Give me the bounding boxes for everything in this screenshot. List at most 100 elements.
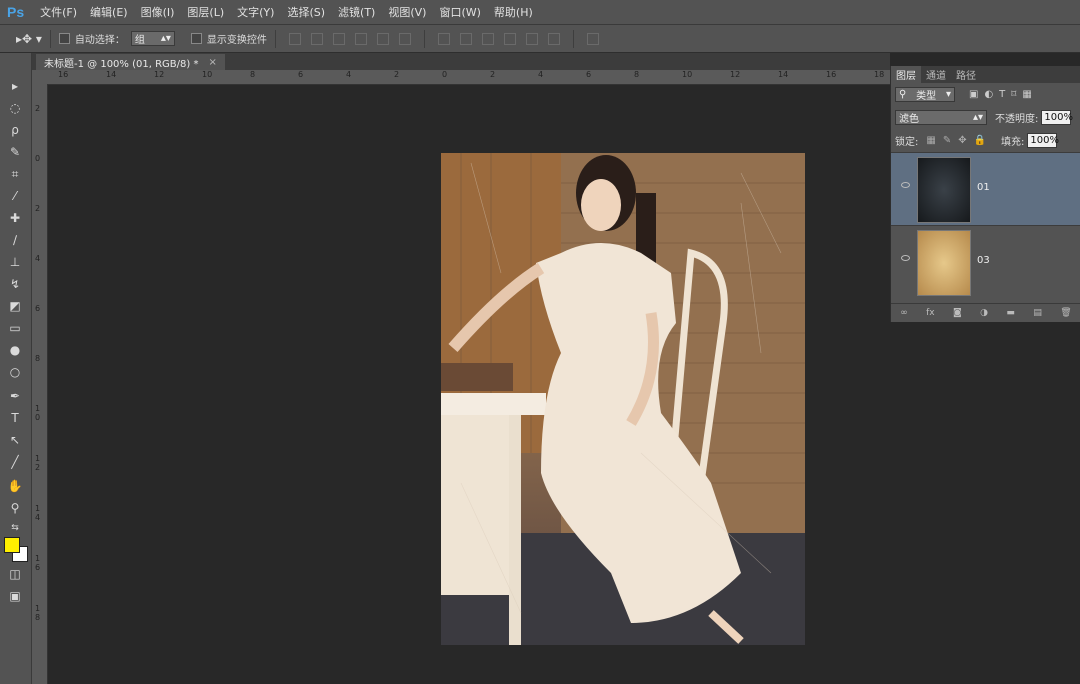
ruler-origin[interactable] <box>32 70 48 84</box>
tab-paths[interactable]: 路径 <box>951 66 981 83</box>
eyedropper-icon[interactable]: ⁄ <box>4 187 26 205</box>
healing-icon[interactable]: ✚ <box>4 209 26 227</box>
hand-icon[interactable]: ✋ <box>4 477 26 495</box>
menu-edit[interactable]: 编辑(E) <box>90 4 128 20</box>
layer-thumbnail <box>917 230 971 296</box>
align-right-icon[interactable] <box>398 32 411 45</box>
align-left-icon[interactable] <box>354 32 367 45</box>
marquee-icon[interactable]: ◌ <box>4 99 26 117</box>
show-transform-label: 显示变换控件 <box>206 35 267 46</box>
trash-icon[interactable]: 🗑 <box>1060 308 1071 318</box>
align-top-icon[interactable] <box>288 32 301 45</box>
eye-icon[interactable] <box>901 255 910 261</box>
menu-view[interactable]: 视图(V) <box>388 4 426 20</box>
menu-layer[interactable]: 图层(L) <box>187 4 224 20</box>
ruler-tick-label: 14 <box>778 70 789 79</box>
ruler-tick-label: 2 <box>394 70 400 79</box>
divider <box>423 29 425 48</box>
auto-align-icon[interactable] <box>586 32 599 45</box>
line-icon[interactable]: ╱ <box>4 453 26 471</box>
new-layer-icon[interactable]: ▤ <box>1033 308 1042 318</box>
clone-stamp-icon[interactable]: ⊥ <box>4 253 26 271</box>
path-select-icon[interactable]: ↖ <box>4 431 26 449</box>
quick-select-icon[interactable]: ✎ <box>4 143 26 161</box>
horizontal-ruler[interactable]: 16 14 12 10 8 6 4 2 0 2 4 6 8 10 12 14 16 18 <box>48 70 890 85</box>
filter-type-icons[interactable]: ▣◐T⌑▦ <box>969 89 1038 100</box>
auto-select-dropdown[interactable]: 组 ▴▾ <box>130 31 175 46</box>
gradient-icon[interactable]: ▭ <box>4 319 26 337</box>
document-canvas[interactable] <box>441 153 805 645</box>
menu-file[interactable]: 文件(F) <box>40 4 77 20</box>
folder-icon[interactable]: ▬ <box>1006 308 1015 318</box>
menu-bar: Ps 文件(F) 编辑(E) 图像(I) 图层(L) 文字(Y) 选择(S) 滤… <box>0 0 1080 25</box>
show-transform-checkbox[interactable] <box>190 33 202 44</box>
dodge-icon[interactable]: ○ <box>4 363 26 381</box>
distribute-left-icon[interactable] <box>503 32 516 45</box>
lasso-icon[interactable]: ρ <box>4 121 26 139</box>
ruler-tick-label: 16 <box>58 70 69 79</box>
ruler-tick-label: 1 2 <box>35 454 41 472</box>
brush-icon[interactable]: ∕ <box>4 231 26 249</box>
screen-mode-icon[interactable]: ▣ <box>4 587 26 605</box>
zoom-icon[interactable]: ⚲ <box>4 499 26 517</box>
menu-image[interactable]: 图像(I) <box>141 4 175 20</box>
align-hcenter-icon[interactable] <box>376 32 389 45</box>
crop-icon[interactable]: ⌗ <box>4 165 26 183</box>
align-vcenter-icon[interactable] <box>310 32 323 45</box>
opacity-label: 不透明度: <box>995 114 1039 125</box>
eraser-icon[interactable]: ◩ <box>4 297 26 315</box>
distribute-vcenter-icon[interactable] <box>459 32 472 45</box>
layer-row[interactable]: 03 <box>891 225 1080 298</box>
opacity-input[interactable]: 100% <box>1041 110 1073 125</box>
menu-filter[interactable]: 滤镜(T) <box>338 4 375 20</box>
distribute-top-icon[interactable] <box>437 32 450 45</box>
layer-filter-value: 类型 <box>916 91 937 102</box>
move-tool-preset-icon[interactable]: ▸✥ ▾ <box>16 32 42 46</box>
adjustment-icon[interactable]: ◑ <box>980 308 988 318</box>
move-icon[interactable]: ▸ <box>4 77 26 95</box>
foreground-color-swatch[interactable] <box>4 537 20 553</box>
align-bottom-icon[interactable] <box>332 32 345 45</box>
layer-filter-dropdown[interactable]: ⚲ 类型 ▾ <box>895 87 955 102</box>
menu-window[interactable]: 窗口(W) <box>439 4 480 20</box>
swap-colors-icon[interactable]: ⇆ <box>4 519 26 537</box>
document-tab[interactable]: 未标题-1 @ 100% (01, RGB/8) * × <box>36 54 225 70</box>
type-icon[interactable]: T <box>4 409 26 427</box>
distribute-bottom-icon[interactable] <box>481 32 494 45</box>
vertical-ruler[interactable]: 2 0 2 4 6 8 1 0 1 2 1 4 1 6 1 8 <box>32 84 48 684</box>
layers-panel: 图层 通道 路径 ⚲ 类型 ▾ ▣◐T⌑▦ 滤色 ▴▾ 不透明度: 100% 锁… <box>890 66 1080 322</box>
quick-mask-icon[interactable]: ◫ <box>4 565 26 583</box>
menu-select[interactable]: 选择(S) <box>287 4 325 20</box>
pen-icon[interactable]: ✒ <box>4 387 26 405</box>
mask-icon[interactable]: ◙ <box>953 308 962 318</box>
menu-help[interactable]: 帮助(H) <box>494 4 533 20</box>
ruler-tick-label: 6 <box>35 304 41 313</box>
chevron-down-icon: ▴▾ <box>160 33 171 44</box>
ruler-tick-label: 1 4 <box>35 504 41 522</box>
tab-layers[interactable]: 图层 <box>891 66 921 83</box>
link-icon[interactable]: ∞ <box>900 308 908 318</box>
blend-mode-dropdown[interactable]: 滤色 ▴▾ <box>895 110 987 125</box>
options-bar: ▸✥ ▾ 自动选择： 组 ▴▾ 显示变换控件 <box>0 25 1080 53</box>
auto-select-checkbox[interactable] <box>58 33 70 44</box>
distribute-right-icon[interactable] <box>547 32 560 45</box>
divider <box>49 29 51 48</box>
lock-icons[interactable]: ▦✎✥🔒 <box>926 135 993 146</box>
ruler-tick-label: 4 <box>346 70 352 79</box>
fx-icon[interactable]: fx <box>926 308 935 318</box>
ruler-tick-label: 2 <box>35 104 41 113</box>
close-icon[interactable]: × <box>208 57 216 68</box>
panel-tabs: 图层 通道 路径 <box>891 66 1080 83</box>
layer-name: 03 <box>977 255 990 266</box>
lock-label: 锁定: <box>895 137 919 148</box>
distribute-hcenter-icon[interactable] <box>525 32 538 45</box>
blur-icon[interactable]: ● <box>4 341 26 359</box>
tab-channels[interactable]: 通道 <box>921 66 951 83</box>
fill-input[interactable]: 100% <box>1027 133 1059 148</box>
eye-icon[interactable] <box>901 182 910 188</box>
menu-type[interactable]: 文字(Y) <box>237 4 274 20</box>
layer-row[interactable]: 01 <box>891 152 1080 225</box>
history-brush-icon[interactable]: ↯ <box>4 275 26 293</box>
ruler-tick-label: 4 <box>35 254 41 263</box>
photoshop-logo: Ps <box>7 4 25 20</box>
